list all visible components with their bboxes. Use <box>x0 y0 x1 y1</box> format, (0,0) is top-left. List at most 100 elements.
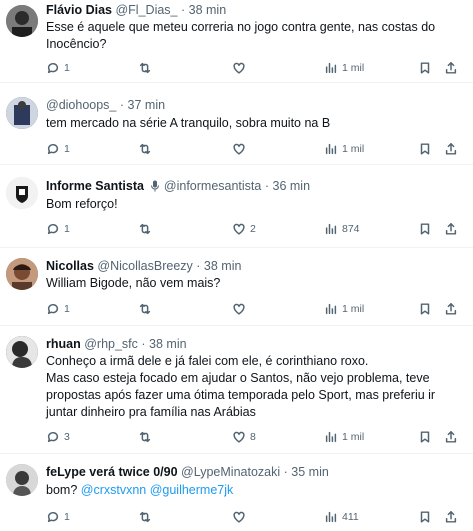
action-bar: 3 8 1 mil <box>46 429 465 445</box>
separator: · <box>141 337 146 351</box>
like-button[interactable] <box>232 141 250 157</box>
tweet-4[interactable]: Nicollas @NicollasBreezy · 38 min Willia… <box>0 248 473 326</box>
bookmark-button[interactable] <box>418 141 432 157</box>
action-bar: 1 411 <box>46 509 465 525</box>
avatar-image <box>6 5 38 37</box>
tweet-text: Conheço a irmã dele e já falei com ele, … <box>46 353 435 421</box>
like-button[interactable] <box>232 60 250 76</box>
reply-button[interactable]: 3 <box>46 429 70 445</box>
reply-icon <box>47 431 59 443</box>
like-count: 8 <box>250 431 256 443</box>
retweet-icon <box>139 303 151 315</box>
tweet-6[interactable]: feLype verá twice 0/90 @LypeMinatozaki ·… <box>0 454 473 531</box>
avatar-image <box>6 336 38 368</box>
microphone-icon <box>151 180 160 192</box>
views-button[interactable]: 1 mil <box>324 60 364 76</box>
retweet-button[interactable] <box>138 141 156 157</box>
avatar[interactable] <box>6 97 38 129</box>
avatar-image <box>6 97 38 129</box>
views-button[interactable]: 411 <box>324 509 359 525</box>
share-icon <box>445 511 457 523</box>
display-name[interactable]: Nicollas <box>46 259 94 273</box>
view-count: 1 mil <box>342 431 365 443</box>
heart-icon <box>233 62 245 74</box>
display-name[interactable]: feLype verá twice 0/90 <box>46 465 178 479</box>
bookmark-button[interactable] <box>418 429 432 445</box>
share-button[interactable] <box>444 429 458 445</box>
reply-icon <box>47 303 59 315</box>
share-icon <box>445 303 457 315</box>
avatar[interactable] <box>6 336 38 368</box>
timestamp[interactable]: 35 min <box>291 465 329 479</box>
avatar[interactable] <box>6 464 38 496</box>
like-button[interactable] <box>232 301 250 317</box>
timestamp[interactable]: 38 min <box>204 259 242 273</box>
tweet-text-line: Esse é aquele que meteu correria no jogo… <box>46 20 436 34</box>
views-icon <box>325 431 337 443</box>
timestamp[interactable]: 38 min <box>149 337 187 351</box>
tweet-3[interactable]: Informe Santista @informesantista · 36 m… <box>0 165 473 248</box>
views-button[interactable]: 1 mil <box>324 141 364 157</box>
bookmark-button[interactable] <box>418 301 432 317</box>
avatar-image <box>6 258 38 290</box>
avatar[interactable] <box>6 258 38 290</box>
like-button[interactable]: 8 <box>232 429 256 445</box>
retweet-button[interactable] <box>138 301 156 317</box>
reply-button[interactable]: 1 <box>46 60 70 76</box>
bookmark-button[interactable] <box>418 509 432 525</box>
handle[interactable]: @diohoops_ <box>46 98 116 112</box>
retweet-button[interactable] <box>138 60 156 76</box>
tweet-text-line: Conheço a irmã dele e já falei com ele, … <box>46 354 369 368</box>
timestamp[interactable]: 38 min <box>189 3 227 17</box>
handle[interactable]: @rhp_sfc <box>84 337 138 351</box>
retweet-button[interactable] <box>138 221 156 237</box>
tweet-1[interactable]: Flávio Dias @Fl_Dias_ · 38 min Esse é aq… <box>0 0 473 83</box>
bookmark-icon <box>420 62 430 74</box>
display-name[interactable]: rhuan <box>46 337 81 351</box>
share-button[interactable] <box>444 141 458 157</box>
timestamp[interactable]: 37 min <box>128 98 166 112</box>
tweet-2[interactable]: @diohoops_ · 37 min tem mercado na série… <box>0 83 473 165</box>
share-button[interactable] <box>444 60 458 76</box>
views-button[interactable]: 1 mil <box>324 301 364 317</box>
view-count: 1 mil <box>342 303 365 315</box>
share-icon <box>445 143 457 155</box>
retweet-button[interactable] <box>138 509 156 525</box>
reply-button[interactable]: 1 <box>46 509 70 525</box>
reply-button[interactable]: 1 <box>46 301 70 317</box>
share-button[interactable] <box>444 221 458 237</box>
avatar-image <box>6 464 38 496</box>
bookmark-button[interactable] <box>418 221 432 237</box>
tweet-5[interactable]: rhuan @rhp_sfc · 38 min Conheço a irmã d… <box>0 326 473 454</box>
tweet-text-line: tem mercado na série A tranquilo, sobra … <box>46 116 331 130</box>
mention-links[interactable]: @crxstvxnn @guilherme7jk <box>81 483 234 497</box>
action-bar: 1 1 mil <box>46 60 465 76</box>
avatar[interactable] <box>6 5 38 37</box>
like-button[interactable]: 2 <box>232 221 256 237</box>
view-count: 874 <box>342 223 360 235</box>
tweet-text-line: bom? <box>46 483 81 497</box>
reply-button[interactable]: 1 <box>46 221 70 237</box>
handle[interactable]: @Fl_Dias_ <box>115 3 177 17</box>
timestamp[interactable]: 36 min <box>273 179 311 193</box>
views-button[interactable]: 1 mil <box>324 429 364 445</box>
views-button[interactable]: 874 <box>324 221 360 237</box>
retweet-icon <box>139 431 151 443</box>
reply-button[interactable]: 1 <box>46 141 70 157</box>
tweet-text: Esse é aquele que meteu correria no jogo… <box>46 19 435 53</box>
retweet-button[interactable] <box>138 429 156 445</box>
avatar[interactable] <box>6 177 38 209</box>
display-name[interactable]: Informe Santista <box>46 179 144 193</box>
handle[interactable]: @informesantista <box>164 179 261 193</box>
reply-icon <box>47 223 59 235</box>
handle[interactable]: @LypeMinatozaki <box>181 465 280 479</box>
bookmark-button[interactable] <box>418 60 432 76</box>
share-button[interactable] <box>444 301 458 317</box>
bookmark-icon <box>420 511 430 523</box>
share-button[interactable] <box>444 509 458 525</box>
display-name[interactable]: Flávio Dias <box>46 3 112 17</box>
handle[interactable]: @NicollasBreezy <box>97 259 192 273</box>
bookmark-icon <box>420 303 430 315</box>
retweet-icon <box>139 62 151 74</box>
like-button[interactable] <box>232 509 250 525</box>
